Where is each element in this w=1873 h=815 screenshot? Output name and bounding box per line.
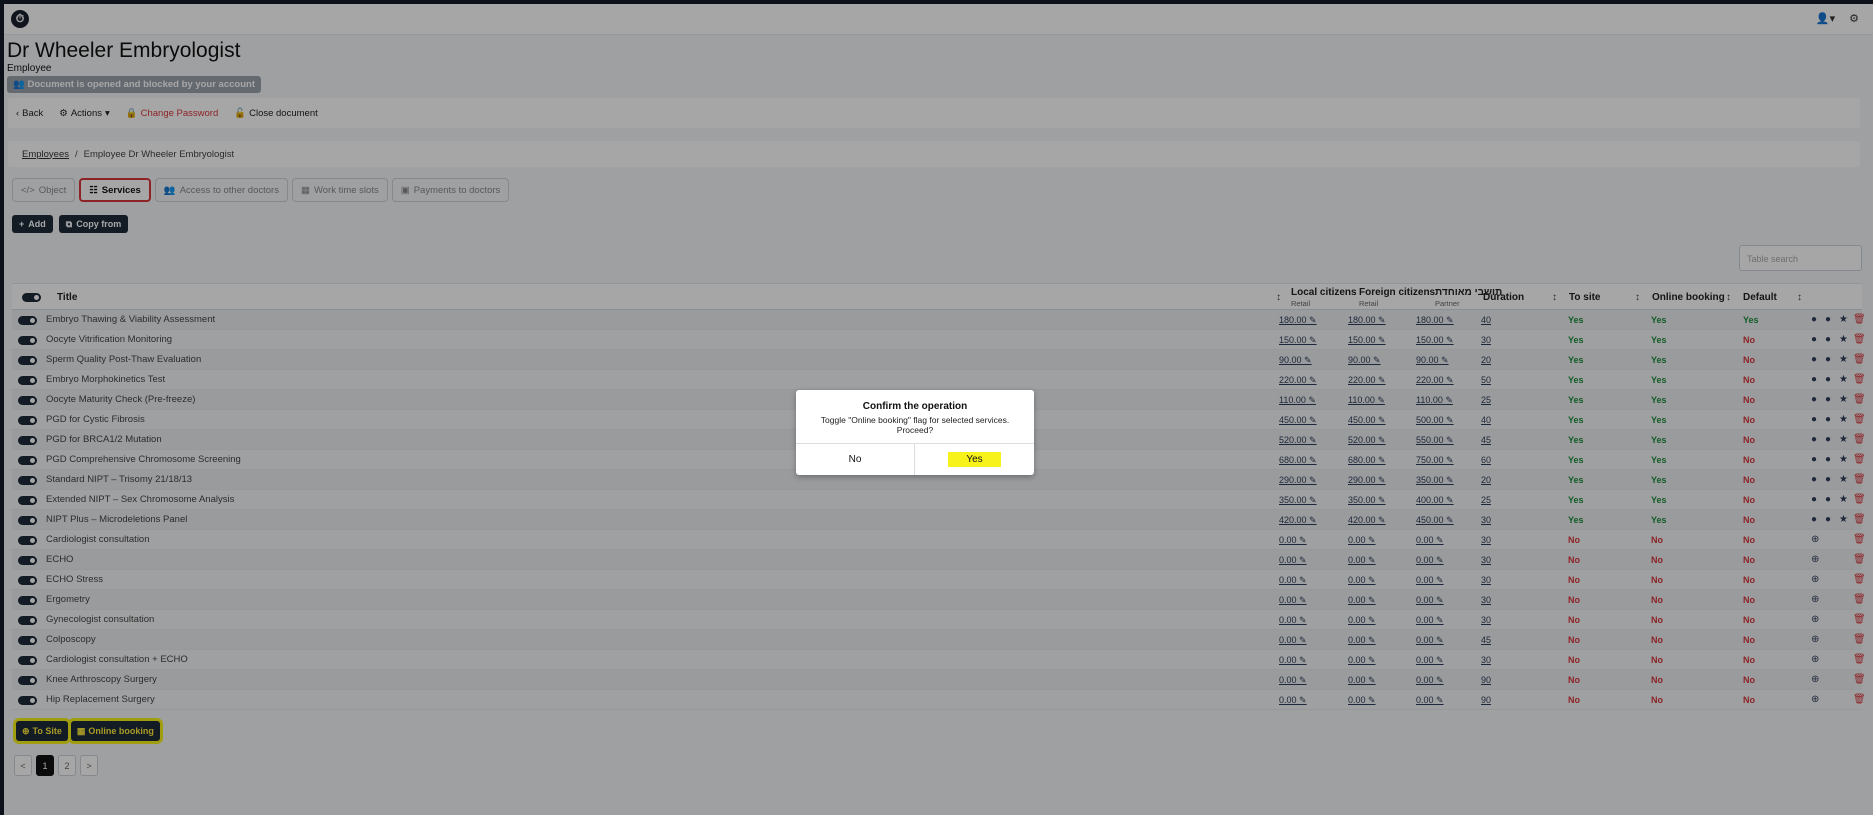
dialog-yes-button[interactable]: Yes <box>915 444 1034 475</box>
dialog-message: Toggle "Online booking" flag for selecte… <box>820 415 1010 435</box>
dialog-yes-label: Yes <box>948 452 1001 467</box>
dialog-title: Confirm the operation <box>862 401 968 412</box>
dialog-no-button[interactable]: No <box>796 444 914 475</box>
confirm-dialog: Confirm the operation Toggle "Online boo… <box>796 390 1034 475</box>
